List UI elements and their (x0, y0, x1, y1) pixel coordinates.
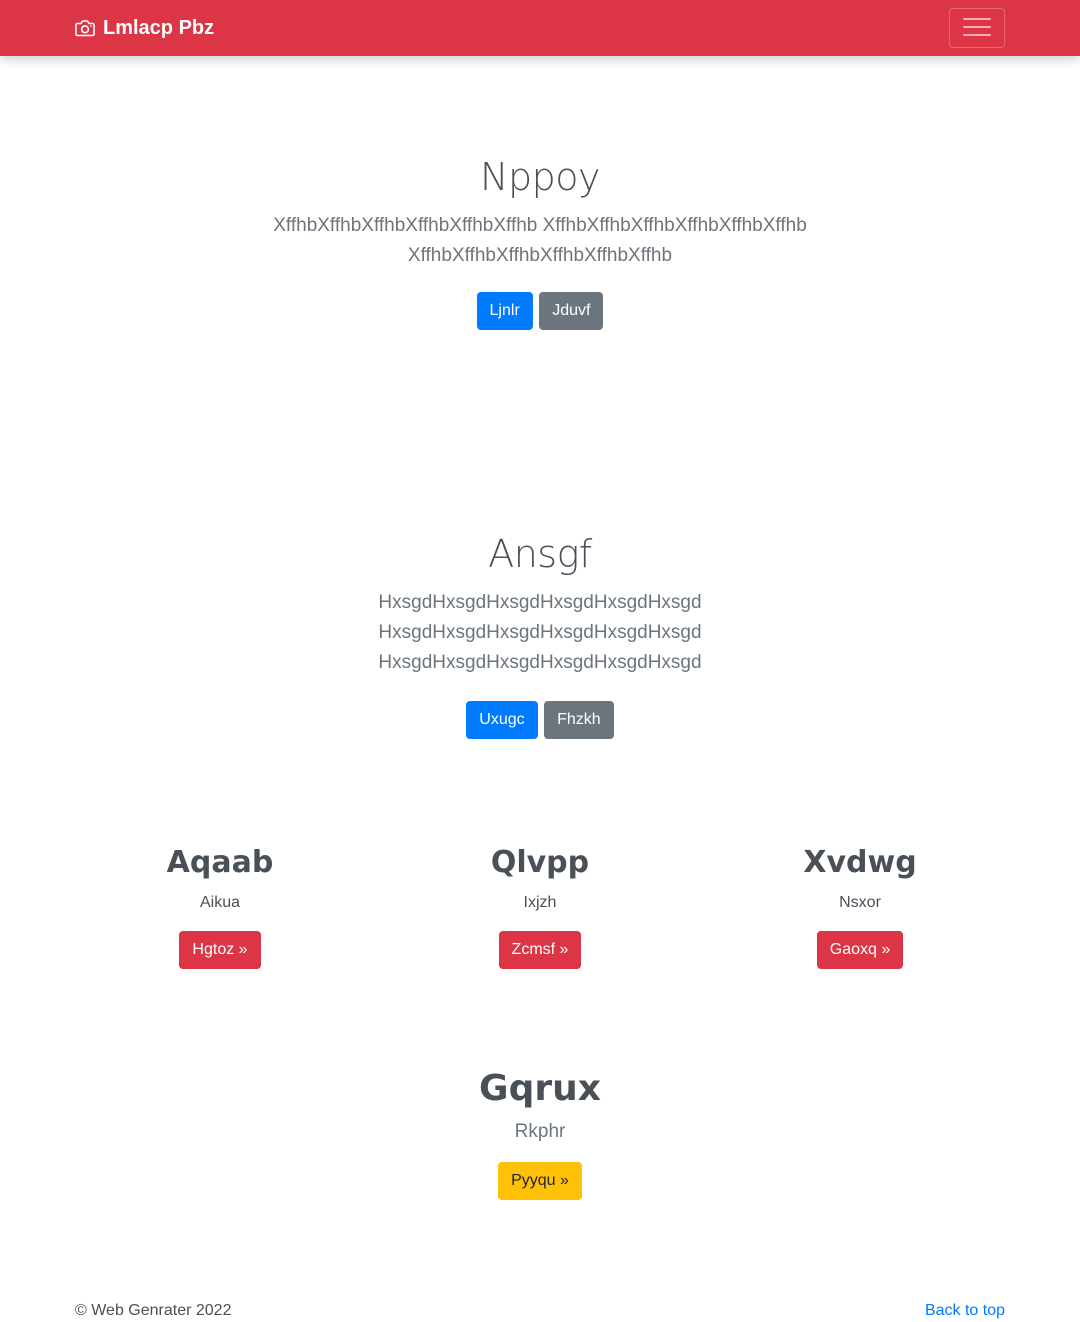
hero-2-lead: HxsgdHxsgdHxsgdHxsgdHxsgdHxsgd HxsgdHxsg… (378, 591, 702, 673)
camera-icon (75, 19, 95, 37)
hero-2-buttons: Uxugc Fhzkh (0, 700, 1080, 739)
column-1-heading: Aqaab (166, 845, 274, 880)
footer-copyright: © Web Genrater 2022 (75, 1302, 232, 1319)
hero-section-2: Ansgf HxsgdHxsgdHxsgdHxsgdHxsgdHxsgd Hxs… (0, 532, 1080, 739)
column-1: Aqaab Aikua Hgtoz » (55, 843, 385, 969)
column-3-button[interactable]: Gaoxq » (816, 931, 904, 969)
feature-button[interactable]: Pyyqu » (498, 1162, 582, 1200)
hero-2-primary-button[interactable]: Uxugc (466, 700, 538, 739)
hero-1-buttons: Ljnlr Jduvf (0, 291, 1080, 330)
brand-link[interactable]: Lmlacp Pbz (75, 14, 214, 42)
back-to-top-link[interactable]: Back to top (925, 1300, 1005, 1322)
column-2-button[interactable]: Zcmsf » (498, 931, 582, 969)
feature-text: Rkphr (514, 1121, 566, 1142)
column-3-heading: Xvdwg (803, 845, 917, 880)
feature-section: Gqrux Rkphr Pyyqu » (0, 1066, 1080, 1200)
hero-1-primary-button[interactable]: Ljnlr (476, 291, 533, 330)
hamburger-menu-icon (963, 16, 991, 41)
hero-1-title: Nppoy (480, 155, 600, 199)
hero-section-1: Nppoy XffhbXffhbXffhbXffhbXffhbXffhb Xff… (0, 155, 1080, 330)
navbar-toggler-button[interactable] (949, 8, 1005, 48)
feature-heading: Gqrux (479, 1068, 601, 1109)
hero-1-secondary-button[interactable]: Jduvf (539, 291, 604, 330)
navbar: Lmlacp Pbz (0, 0, 1080, 56)
hero-1-lead: XffhbXffhbXffhbXffhbXffhbXffhb XffhbXffh… (273, 214, 807, 266)
column-1-text: Aikua (199, 894, 241, 911)
column-2-heading: Qlvpp (490, 845, 590, 880)
hero-2-title: Ansgf (488, 532, 592, 576)
column-3-text: Nsxor (839, 894, 881, 911)
column-3: Xvdwg Nsxor Gaoxq » (695, 843, 1025, 969)
brand-name: Lmlacp Pbz (103, 16, 215, 39)
column-2: Qlvpp Ixjzh Zcmsf » (375, 843, 705, 969)
column-2-text: Ixjzh (523, 894, 557, 911)
hero-2-secondary-button[interactable]: Fhzkh (544, 700, 614, 739)
column-1-button[interactable]: Hgtoz » (179, 931, 261, 969)
